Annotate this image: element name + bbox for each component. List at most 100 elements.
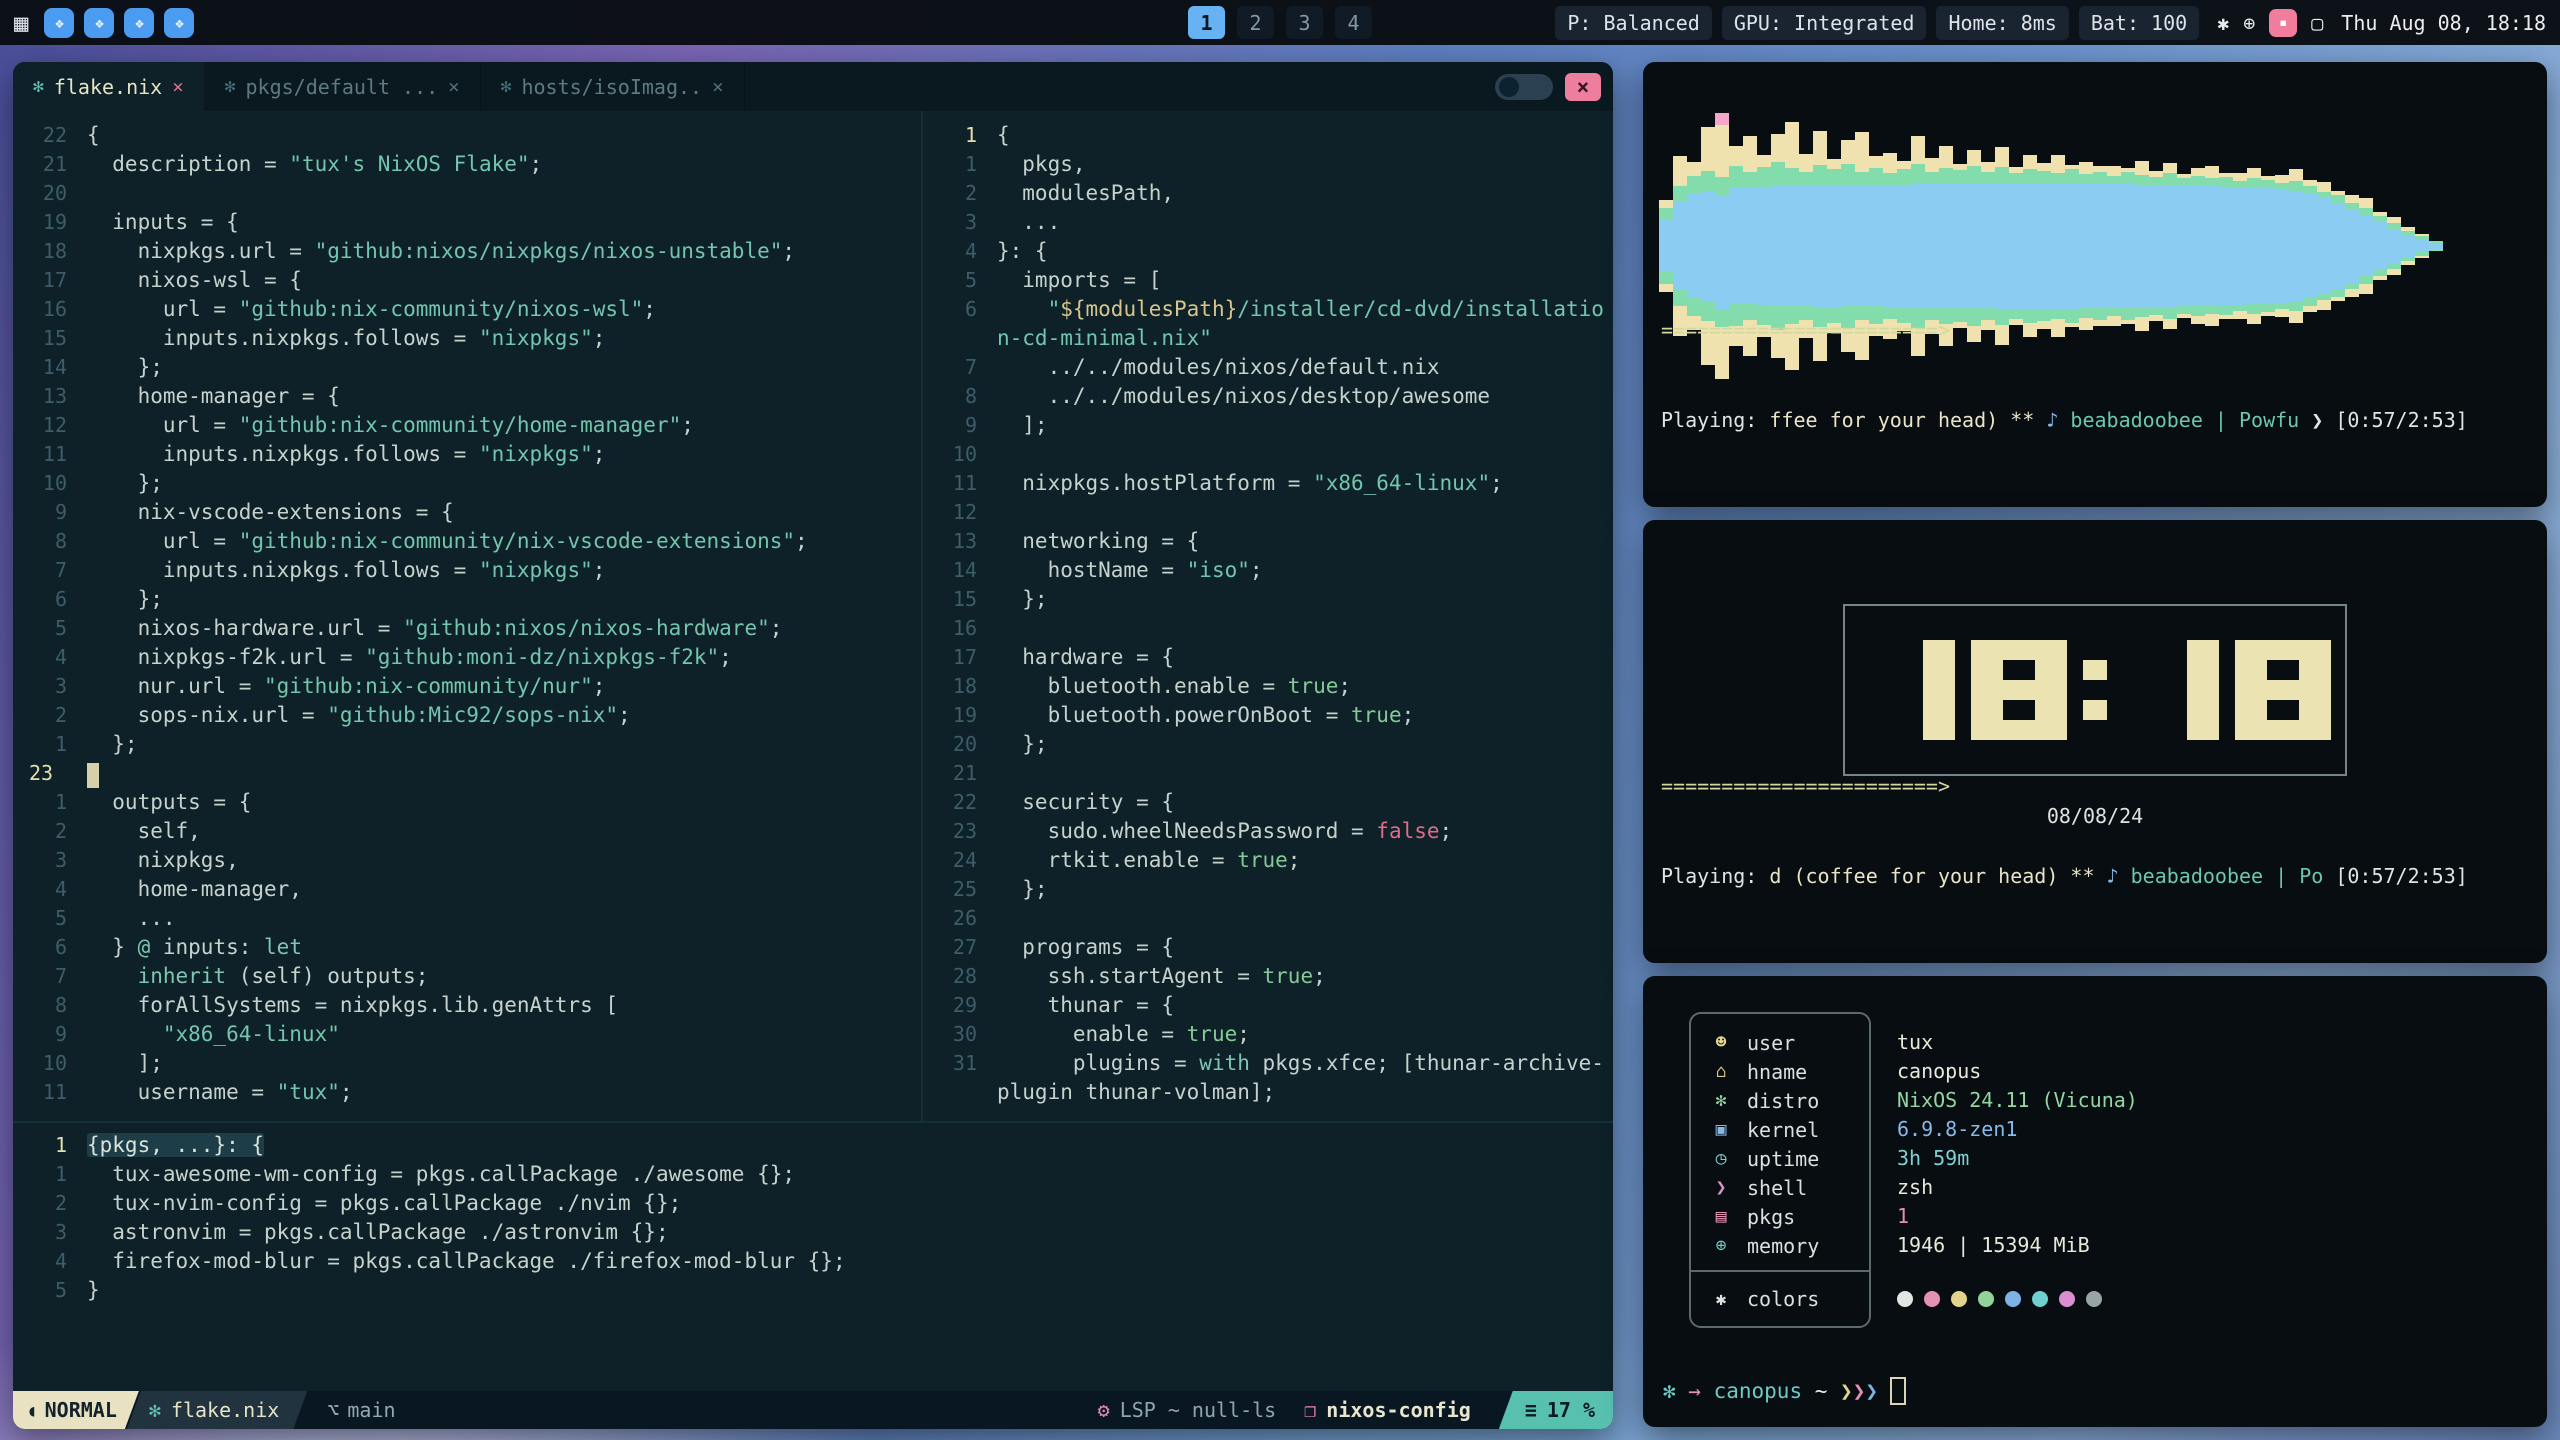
line-number: 9 <box>13 498 87 527</box>
tag-icon[interactable]: ❖ <box>164 8 194 38</box>
code-line: 23 <box>13 759 921 788</box>
fetch-label: shell <box>1747 1176 1807 1200</box>
code-text: security = { <box>997 788 1613 817</box>
fetch-row: ⊕memory <box>1691 1231 1869 1260</box>
code-text: } @ inputs: let <box>87 933 921 962</box>
code-line: 1 }; <box>13 730 921 759</box>
color-dot <box>2005 1291 2021 1307</box>
lsp-status: ⚙ LSP ~ null-ls <box>1098 1398 1277 1422</box>
line-number: 5 <box>923 266 997 295</box>
terminal-cursor <box>1890 1377 1906 1405</box>
code-line: 30 enable = true; <box>923 1020 1613 1049</box>
window-controls: × <box>1495 62 1613 111</box>
code-line: 15 inputs.nixpkgs.follows = "nixpkgs"; <box>13 324 921 353</box>
code-text: nixos-wsl = { <box>87 266 921 295</box>
fetch-value: NixOS 24.11 (Vicuna) <box>1897 1086 2138 1115</box>
workspace-button[interactable]: 3 <box>1286 6 1323 39</box>
code-text: nixos-hardware.url = "github:nixos/nixos… <box>87 614 921 643</box>
editor-tab[interactable]: ✻flake.nix× <box>13 62 205 111</box>
code-line: 4 nixpkgs-f2k.url = "github:moni-dz/nixp… <box>13 643 921 672</box>
code-line: 19 inputs = { <box>13 208 921 237</box>
code-line: 12 <box>923 498 1613 527</box>
line-number: 16 <box>923 614 997 643</box>
music-status: =======================> Playing: d (cof… <box>1661 711 2529 951</box>
line-number: 8 <box>13 527 87 556</box>
display-icon[interactable]: ▢ <box>2311 11 2323 35</box>
code-line: 10 ]; <box>13 1049 921 1078</box>
line-number: 4 <box>13 643 87 672</box>
line-number: 17 <box>923 643 997 672</box>
code-line: 21 description = "tux's NixOS Flake"; <box>13 150 921 179</box>
editor-window: ✻flake.nix×✻pkgs/default ...×✻hosts/isoI… <box>13 62 1613 1429</box>
code-text <box>87 179 921 208</box>
line-number: 18 <box>13 237 87 266</box>
code-text: firefox-mod-blur = pkgs.callPackage ./fi… <box>87 1247 1613 1276</box>
editor-pane-isoimage[interactable]: 1{1 pkgs,2 modulesPath,3 ...4}: {5 impor… <box>923 111 1613 1121</box>
statusline-file[interactable]: ✻flake.nix <box>127 1391 307 1429</box>
clock-window: 08/08/24 =======================> Playin… <box>1643 520 2547 963</box>
globe-icon[interactable]: ⊕ <box>2243 11 2255 35</box>
code-text: outputs = { <box>87 788 921 817</box>
shell-prompt[interactable]: ✻ → canopus ~ ❯❯❯ <box>1663 1377 1906 1405</box>
code-text: ../../modules/nixos/desktop/awesome <box>997 382 1613 411</box>
code-text: self, <box>87 817 921 846</box>
close-tab-icon[interactable]: × <box>712 76 723 98</box>
code-line: 7 inputs.nixpkgs.follows = "nixpkgs"; <box>13 556 921 585</box>
line-number: 7 <box>13 962 87 991</box>
workspace-button[interactable]: 4 <box>1335 6 1372 39</box>
code-line: 3 astronvim = pkgs.callPackage ./astronv… <box>13 1218 1613 1247</box>
workspace-button[interactable]: 2 <box>1237 6 1274 39</box>
tag-icon[interactable]: ❖ <box>124 8 154 38</box>
lsp-text: LSP ~ null-ls <box>1120 1398 1277 1422</box>
uptime-icon: ◷ <box>1709 1148 1733 1169</box>
code-text: nixpkgs, <box>87 846 921 875</box>
status-chip: GPU: Integrated <box>1722 6 1927 40</box>
nix-icon: ✻ <box>149 1398 161 1422</box>
line-number: 1 <box>13 788 87 817</box>
code-line: 7 inherit (self) outputs; <box>13 962 921 991</box>
recorder-icon[interactable]: ▪ <box>2269 9 2297 37</box>
gear-icon: ⚙ <box>1098 1398 1110 1422</box>
code-text: { <box>997 121 1613 150</box>
app-launcher-icon[interactable]: ▦ <box>14 9 28 37</box>
code-text: forAllSystems = nixpkgs.lib.genAttrs [ <box>87 991 921 1020</box>
tag-icon[interactable]: ❖ <box>44 8 74 38</box>
editor-pane-pkgs-default[interactable]: 1{pkgs, ...}: {1 tux-awesome-wm-config =… <box>13 1121 1613 1391</box>
code-line: 9 "x86_64-linux" <box>13 1020 921 1049</box>
git-branch[interactable]: ⌥main <box>327 1398 395 1422</box>
color-dot <box>2086 1291 2102 1307</box>
code-text: inputs.nixpkgs.follows = "nixpkgs"; <box>87 556 921 585</box>
snowflake-icon[interactable]: ✱ <box>2217 11 2229 35</box>
code-text: nixpkgs-f2k.url = "github:moni-dz/nixpkg… <box>87 643 921 672</box>
code-line: 15 }; <box>923 585 1613 614</box>
workspace-button[interactable]: 1 <box>1188 6 1225 39</box>
fetch-label: user <box>1747 1031 1795 1055</box>
editor-pane-flake[interactable]: 22{21 description = "tux's NixOS Flake";… <box>13 111 923 1121</box>
line-number: 12 <box>13 411 87 440</box>
tag-icon[interactable]: ❖ <box>84 8 114 38</box>
line-number: 3 <box>13 1218 87 1247</box>
project-name[interactable]: ❐nixos-config <box>1304 1398 1471 1422</box>
code-line: 5} <box>13 1276 1613 1305</box>
color-dot <box>1978 1291 1994 1307</box>
close-tab-icon[interactable]: × <box>172 76 183 98</box>
tabline-row: ✻flake.nix×✻pkgs/default ...×✻hosts/isoI… <box>13 62 1613 111</box>
editor-tab[interactable]: ✻hosts/isoImag..× <box>481 62 745 111</box>
code-text: enable = true; <box>997 1020 1613 1049</box>
line-number: 18 <box>923 672 997 701</box>
window-close-button[interactable]: × <box>1565 73 1601 101</box>
editor-splits: 22{21 description = "tux's NixOS Flake";… <box>13 111 1613 1121</box>
color-dot <box>1897 1291 1913 1307</box>
statusline-left: ◖NORMAL ✻flake.nix ⌥main <box>13 1391 396 1429</box>
code-text: n-cd-minimal.nix" <box>997 324 1613 353</box>
code-line: n-cd-minimal.nix" <box>923 324 1613 353</box>
tab-label: pkgs/default ... <box>246 75 439 99</box>
line-number: 24 <box>923 846 997 875</box>
progress-text: 17 % <box>1547 1398 1595 1422</box>
theme-toggle[interactable] <box>1495 74 1553 100</box>
memory-icon: ⊕ <box>1709 1235 1733 1256</box>
editor-tab[interactable]: ✻pkgs/default ...× <box>205 62 481 111</box>
code-text: "${modulesPath}/installer/cd-dvd/install… <box>997 295 1613 324</box>
close-tab-icon[interactable]: × <box>448 76 459 98</box>
workspace-switcher: 1234 <box>1188 6 1372 39</box>
